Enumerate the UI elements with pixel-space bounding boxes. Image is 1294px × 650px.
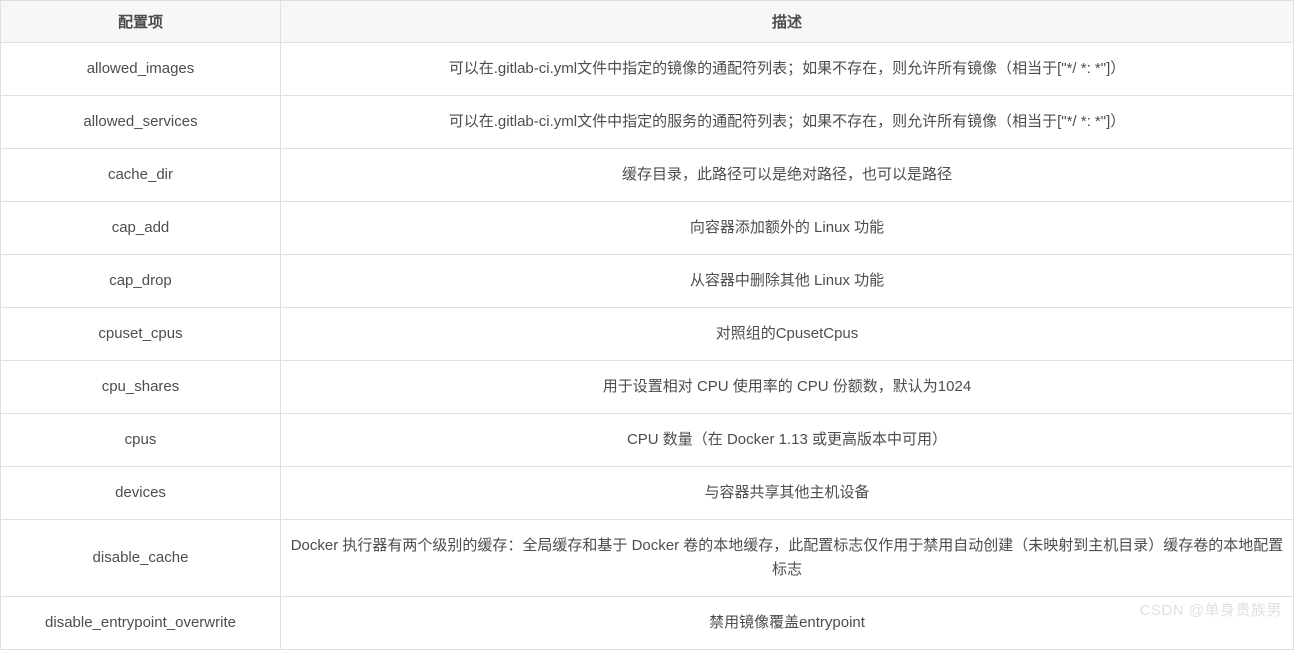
table-row: allowed_images可以在.gitlab-ci.yml文件中指定的镜像的… (1, 43, 1294, 96)
cell-config: disable_entrypoint_overwrite (1, 597, 281, 650)
table-row: allowed_services可以在.gitlab-ci.yml文件中指定的服… (1, 96, 1294, 149)
cell-config: cpu_shares (1, 361, 281, 414)
cell-desc: 对照组的CpusetCpus (281, 308, 1294, 361)
table-row: cpu_shares用于设置相对 CPU 使用率的 CPU 份额数，默认为102… (1, 361, 1294, 414)
cell-config: cap_add (1, 202, 281, 255)
cell-config: allowed_services (1, 96, 281, 149)
cell-desc: 可以在.gitlab-ci.yml文件中指定的镜像的通配符列表；如果不存在，则允… (281, 43, 1294, 96)
cell-desc: 缓存目录，此路径可以是绝对路径，也可以是路径 (281, 149, 1294, 202)
cell-desc: 与容器共享其他主机设备 (281, 467, 1294, 520)
table-row: cpusCPU 数量（在 Docker 1.13 或更高版本中可用） (1, 414, 1294, 467)
cell-desc: 从容器中删除其他 Linux 功能 (281, 255, 1294, 308)
cell-desc: Docker 执行器有两个级别的缓存：全局缓存和基于 Docker 卷的本地缓存… (281, 520, 1294, 597)
cell-desc: CPU 数量（在 Docker 1.13 或更高版本中可用） (281, 414, 1294, 467)
cell-config: allowed_images (1, 43, 281, 96)
table-row: disable_cacheDocker 执行器有两个级别的缓存：全局缓存和基于 … (1, 520, 1294, 597)
cell-desc: 向容器添加额外的 Linux 功能 (281, 202, 1294, 255)
cell-desc: 禁用镜像覆盖entrypoint (281, 597, 1294, 650)
table-row: cache_dir缓存目录，此路径可以是绝对路径，也可以是路径 (1, 149, 1294, 202)
cell-config: devices (1, 467, 281, 520)
header-desc: 描述 (281, 1, 1294, 43)
config-table: 配置项 描述 allowed_images可以在.gitlab-ci.yml文件… (0, 0, 1294, 650)
cell-config: cpus (1, 414, 281, 467)
cell-desc: 用于设置相对 CPU 使用率的 CPU 份额数，默认为1024 (281, 361, 1294, 414)
table-row: disable_entrypoint_overwrite禁用镜像覆盖entryp… (1, 597, 1294, 650)
table-header-row: 配置项 描述 (1, 1, 1294, 43)
cell-config: cache_dir (1, 149, 281, 202)
cell-config: cpuset_cpus (1, 308, 281, 361)
table-row: cap_drop从容器中删除其他 Linux 功能 (1, 255, 1294, 308)
table-row: cpuset_cpus对照组的CpusetCpus (1, 308, 1294, 361)
cell-desc: 可以在.gitlab-ci.yml文件中指定的服务的通配符列表；如果不存在，则允… (281, 96, 1294, 149)
cell-config: cap_drop (1, 255, 281, 308)
cell-config: disable_cache (1, 520, 281, 597)
table-row: devices与容器共享其他主机设备 (1, 467, 1294, 520)
header-config: 配置项 (1, 1, 281, 43)
table-row: cap_add向容器添加额外的 Linux 功能 (1, 202, 1294, 255)
